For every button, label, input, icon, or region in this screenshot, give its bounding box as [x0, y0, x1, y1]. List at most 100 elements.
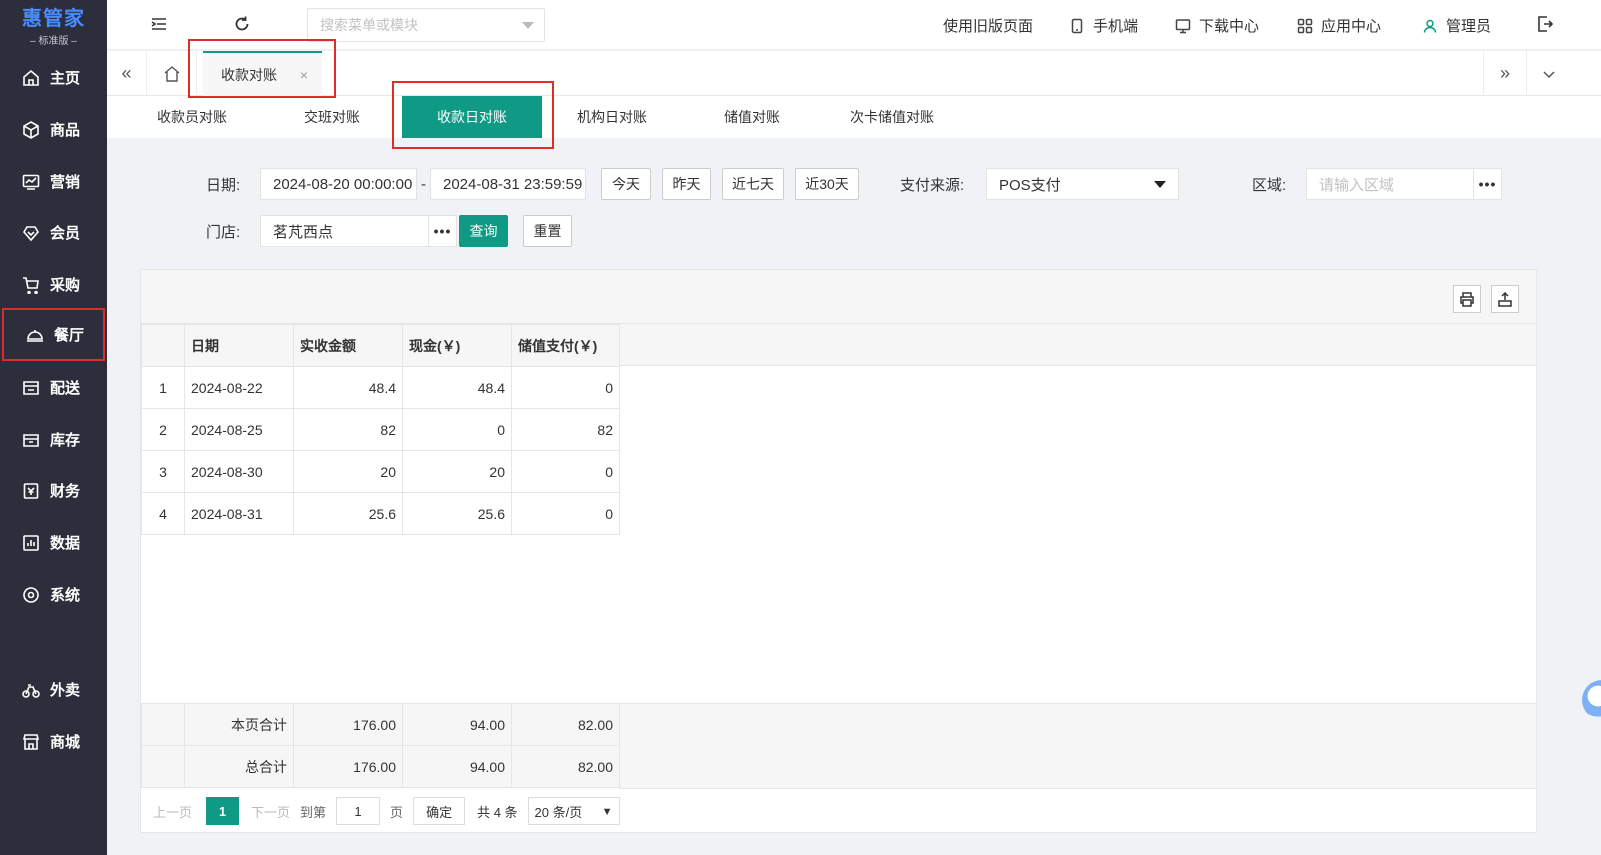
cell-cash: 25.6: [402, 492, 512, 535]
logout-icon[interactable]: [1535, 14, 1555, 34]
page-number-current[interactable]: 1: [206, 797, 240, 825]
chevron-down-icon: [522, 22, 534, 29]
download-center-link[interactable]: 下载中心: [1175, 15, 1259, 36]
logo-title: 惠管家: [22, 7, 85, 30]
sidebar-item-inventory[interactable]: 库存: [0, 413, 107, 466]
region-input[interactable]: 请输入区域 •••: [1306, 168, 1502, 200]
cart-icon: [23, 276, 39, 294]
app-center-link[interactable]: 应用中心: [1297, 15, 1381, 36]
tab-bar: « 收款对账 × »: [107, 51, 1601, 96]
cell-amount: 48.4: [293, 366, 403, 409]
reset-button[interactable]: 重置: [523, 215, 572, 247]
delivery-icon: [23, 380, 39, 395]
more-dots-icon[interactable]: •••: [1473, 169, 1501, 199]
mobile-link[interactable]: 手机端: [1069, 15, 1138, 36]
tabs-scroll-left-button[interactable]: «: [107, 51, 147, 96]
sidebar-item-label: 主页: [50, 70, 81, 87]
grand-total-cash: 94.00: [402, 745, 512, 788]
sidebar: 惠管家 – 标准版 – 主页 商品 营销 会员 采购 餐厅 配送 库存 财务 数…: [0, 0, 107, 855]
prev-page-button[interactable]: 上一页: [153, 802, 192, 821]
goto-page-input[interactable]: 1: [336, 797, 381, 825]
page-unit-label: 页: [390, 804, 404, 820]
download-center-label: 下载中心: [1199, 18, 1260, 35]
sidebar-item-data[interactable]: 数据: [0, 516, 107, 569]
tab-card-stored-value-reconciliation[interactable]: 次卡储值对账: [827, 96, 957, 138]
tabs-scroll-right-button[interactable]: »: [1483, 51, 1527, 96]
yesterday-button[interactable]: 昨天: [662, 168, 711, 200]
store-value: 茗芃西点: [273, 223, 334, 241]
date-start-input[interactable]: 2024-08-20 00:00:00: [260, 168, 417, 200]
sidebar-item-finance[interactable]: 财务: [0, 464, 107, 517]
grand-total-label: 总合计: [184, 745, 294, 788]
tab-daily-receipt-reconciliation[interactable]: 收款日对账: [402, 96, 542, 138]
cell-stored-value: 82: [511, 408, 620, 451]
page-size-select[interactable]: 20 条/页 ▼: [527, 797, 620, 825]
user-menu[interactable]: 管理员: [1422, 15, 1491, 36]
bike-icon: [22, 683, 40, 698]
goto-confirm-button[interactable]: 确定: [413, 797, 466, 825]
query-button[interactable]: 查询: [459, 215, 508, 247]
sidebar-item-home[interactable]: 主页: [0, 51, 107, 104]
sidebar-item-restaurant[interactable]: 餐厅: [2, 308, 105, 361]
column-header-date[interactable]: 日期: [184, 324, 294, 367]
tabs-dropdown-button[interactable]: [1527, 51, 1571, 96]
sidebar-item-delivery[interactable]: 配送: [0, 361, 107, 414]
sidebar-item-takeout[interactable]: 外卖: [0, 663, 107, 716]
last-30-days-button[interactable]: 近30天: [795, 168, 859, 200]
tab-shift-reconciliation[interactable]: 交班对账: [267, 96, 397, 138]
refresh-icon[interactable]: [232, 14, 252, 34]
sidebar-item-mall[interactable]: 商城: [0, 715, 107, 768]
old-version-link[interactable]: 使用旧版页面: [943, 15, 1033, 36]
table-row[interactable]: 4 2024-08-31 25.6 25.6 0: [141, 492, 620, 535]
menu-fold-icon[interactable]: [149, 14, 169, 34]
print-button[interactable]: [1453, 285, 1481, 313]
chevron-down-icon: [1154, 181, 1166, 188]
row-index: [141, 703, 185, 746]
logo[interactable]: 惠管家 – 标准版 –: [0, 0, 107, 48]
close-icon[interactable]: ×: [300, 67, 308, 83]
menu-search-input[interactable]: 搜索菜单或模块: [307, 8, 545, 42]
settings-icon: [23, 586, 39, 603]
column-header-cash[interactable]: 现金(￥): [402, 324, 512, 367]
next-page-button[interactable]: 下一页: [251, 802, 290, 821]
sidebar-item-label: 财务: [50, 483, 81, 500]
tab-stored-value-reconciliation[interactable]: 储值对账: [687, 96, 817, 138]
cell-stored-value: 0: [511, 450, 620, 493]
sidebar-item-label: 库存: [50, 432, 81, 449]
tab-cashier-reconciliation[interactable]: 收款员对账: [127, 96, 257, 138]
table-row[interactable]: 3 2024-08-30 20 20 0: [141, 450, 620, 493]
date-end-input[interactable]: 2024-08-31 23:59:59: [430, 168, 586, 200]
sidebar-item-member[interactable]: 会员: [0, 206, 107, 259]
cell-date: 2024-08-31: [184, 492, 294, 535]
sidebar-item-system[interactable]: 系统: [0, 568, 107, 621]
row-index: [141, 745, 185, 788]
last-7-days-button[interactable]: 近七天: [722, 168, 784, 200]
today-button[interactable]: 今天: [601, 168, 651, 200]
sidebar-item-purchase[interactable]: 采购: [0, 258, 107, 311]
sidebar-item-marketing[interactable]: 营销: [0, 155, 107, 208]
tab-label: 收款日对账: [437, 109, 507, 125]
grand-total-amount: 176.00: [293, 745, 403, 788]
chevron-down-icon: ▼: [601, 806, 613, 818]
table-row[interactable]: 2 2024-08-25 82 0 82: [141, 408, 620, 451]
store-input[interactable]: 茗芃西点 •••: [260, 215, 457, 247]
logo-subtitle: – 标准版 –: [30, 35, 77, 47]
tab-org-daily-reconciliation[interactable]: 机构日对账: [547, 96, 677, 138]
store-icon: [22, 733, 40, 750]
sidebar-item-goods[interactable]: 商品: [0, 103, 107, 156]
export-button[interactable]: [1491, 285, 1519, 313]
more-dots-icon[interactable]: •••: [428, 216, 456, 246]
table-row[interactable]: 1 2024-08-22 48.4 48.4 0: [141, 366, 620, 409]
column-header-amount[interactable]: 实收金额: [293, 324, 403, 367]
cell-date: 2024-08-22: [184, 366, 294, 409]
assistant-float-button[interactable]: [1582, 680, 1601, 720]
row-index: 4: [141, 492, 185, 535]
tab-receipt-reconciliation[interactable]: 收款对账 ×: [203, 51, 322, 96]
home-tab[interactable]: [147, 51, 197, 96]
column-header-stored-value[interactable]: 储值支付(￥): [511, 324, 620, 367]
sub-tabs: 收款员对账 交班对账 收款日对账 机构日对账 储值对账 次卡储值对账: [107, 96, 1601, 138]
inventory-icon: [23, 433, 39, 447]
row-index: 2: [141, 408, 185, 451]
trend-icon: [22, 174, 40, 190]
pay-source-select[interactable]: POS支付: [986, 168, 1179, 200]
